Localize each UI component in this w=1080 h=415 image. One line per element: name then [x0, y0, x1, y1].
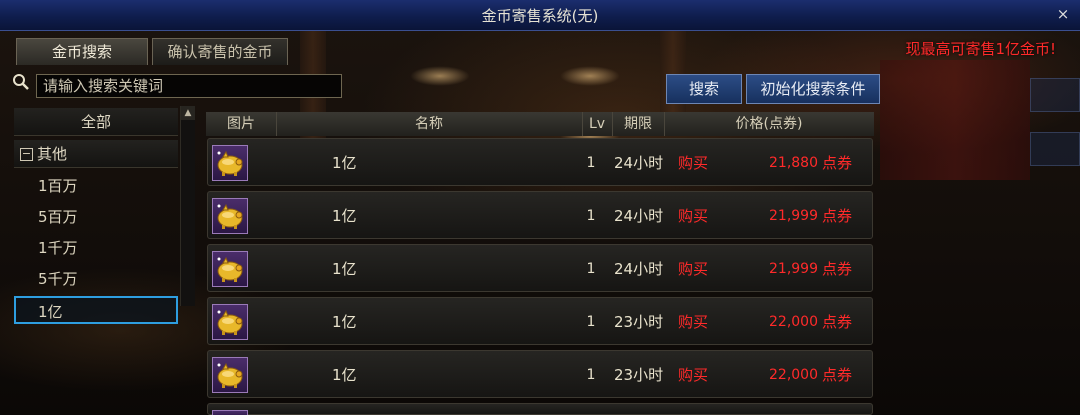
search-input[interactable] — [36, 74, 342, 98]
item-level: 1 — [586, 208, 596, 224]
side-button[interactable] — [1030, 78, 1080, 112]
item-duration: 24小时 — [614, 154, 664, 172]
item-name: 1亿 — [332, 154, 357, 172]
price-unit: 点券 — [822, 207, 853, 225]
header-image: 图片 — [206, 112, 277, 136]
item-name: 1亿 — [332, 207, 357, 225]
buy-button[interactable]: 购买 — [678, 139, 708, 187]
item-duration: 24小时 — [614, 260, 664, 278]
app-window: 金币寄售系统(无) × 金币搜索 确认寄售的金币 现最高可寄售1亿金币! 搜索 … — [0, 0, 1080, 415]
gold-pig-icon — [212, 357, 248, 393]
reset-search-button[interactable]: 初始化搜索条件 — [746, 74, 880, 104]
table-header: 图片 名称 Lv 期限 价格(点券) — [206, 112, 874, 136]
table-row[interactable]: 1亿 1 23小时 购买 22,000 点券 — [207, 297, 873, 345]
item-price: 21,880 — [769, 155, 818, 171]
category-item-1m[interactable]: 1百万 — [14, 172, 178, 200]
item-name: 1亿 — [332, 260, 357, 278]
side-button[interactable] — [1030, 132, 1080, 166]
category-scrollbar[interactable]: ▲ — [180, 106, 195, 306]
close-icon[interactable]: × — [1054, 5, 1072, 23]
gold-pig-icon — [212, 410, 248, 415]
price-unit: 点券 — [822, 154, 853, 172]
category-all[interactable]: 全部 — [14, 108, 178, 136]
bg-curtain — [880, 60, 1030, 180]
scroll-up-icon[interactable]: ▲ — [181, 106, 195, 120]
item-level: 1 — [586, 314, 596, 330]
table-row[interactable] — [207, 403, 873, 415]
bg-lamp — [410, 66, 470, 86]
item-duration: 24小时 — [614, 207, 664, 225]
item-level: 1 — [586, 155, 596, 171]
category-list: 全部 − 其他 1百万 5百万 1千万 5千万 1亿 — [14, 106, 194, 326]
collapse-icon[interactable]: − — [20, 148, 33, 161]
item-name: 1亿 — [332, 366, 357, 384]
promo-text: 现最高可寄售1亿金币! — [905, 40, 1056, 58]
item-level: 1 — [586, 367, 596, 383]
category-item-100m[interactable]: 1亿 — [14, 296, 178, 324]
price-unit: 点券 — [822, 313, 853, 331]
header-duration: 期限 — [612, 112, 665, 136]
gold-pig-icon — [212, 145, 248, 181]
price-unit: 点券 — [822, 260, 853, 278]
category-group-other[interactable]: − 其他 — [14, 140, 178, 168]
search-icon — [13, 74, 29, 90]
item-duration: 23小时 — [614, 313, 664, 331]
category-group-label: 其他 — [37, 145, 68, 163]
item-price: 21,999 — [769, 261, 818, 277]
header-price: 价格(点券) — [735, 116, 803, 132]
category-item-10m[interactable]: 1千万 — [14, 234, 178, 262]
category-item-5m[interactable]: 5百万 — [14, 203, 178, 231]
category-item-50m[interactable]: 5千万 — [14, 265, 178, 293]
title-bar: 金币寄售系统(无) × — [0, 0, 1080, 31]
item-name: 1亿 — [332, 313, 357, 331]
table-row[interactable]: 1亿 1 24小时 购买 21,999 点券 — [207, 191, 873, 239]
table-row[interactable]: 1亿 1 24小时 购买 21,880 点券 — [207, 138, 873, 186]
item-price: 21,999 — [769, 208, 818, 224]
item-price: 22,000 — [769, 367, 818, 383]
window-title: 金币寄售系统(无) — [481, 6, 599, 25]
item-duration: 23小时 — [614, 366, 664, 384]
table-row[interactable]: 1亿 1 23小时 购买 22,000 点券 — [207, 350, 873, 398]
gold-pig-icon — [212, 304, 248, 340]
buy-button[interactable]: 购买 — [678, 192, 708, 240]
gold-pig-icon — [212, 198, 248, 234]
header-name: 名称 — [276, 112, 583, 136]
gold-pig-icon — [212, 251, 248, 287]
buy-button[interactable]: 购买 — [678, 298, 708, 346]
price-unit: 点券 — [822, 366, 853, 384]
buy-button[interactable]: 购买 — [678, 351, 708, 399]
buy-button[interactable]: 购买 — [678, 245, 708, 293]
item-price: 22,000 — [769, 314, 818, 330]
item-level: 1 — [586, 261, 596, 277]
table-row[interactable]: 1亿 1 24小时 购买 21,999 点券 — [207, 244, 873, 292]
tab-confirm-consignment[interactable]: 确认寄售的金币 — [152, 38, 288, 65]
bg-lamp — [560, 66, 620, 86]
tab-gold-search[interactable]: 金币搜索 — [16, 38, 148, 65]
search-button[interactable]: 搜索 — [666, 74, 742, 104]
header-lv: Lv — [582, 112, 613, 136]
